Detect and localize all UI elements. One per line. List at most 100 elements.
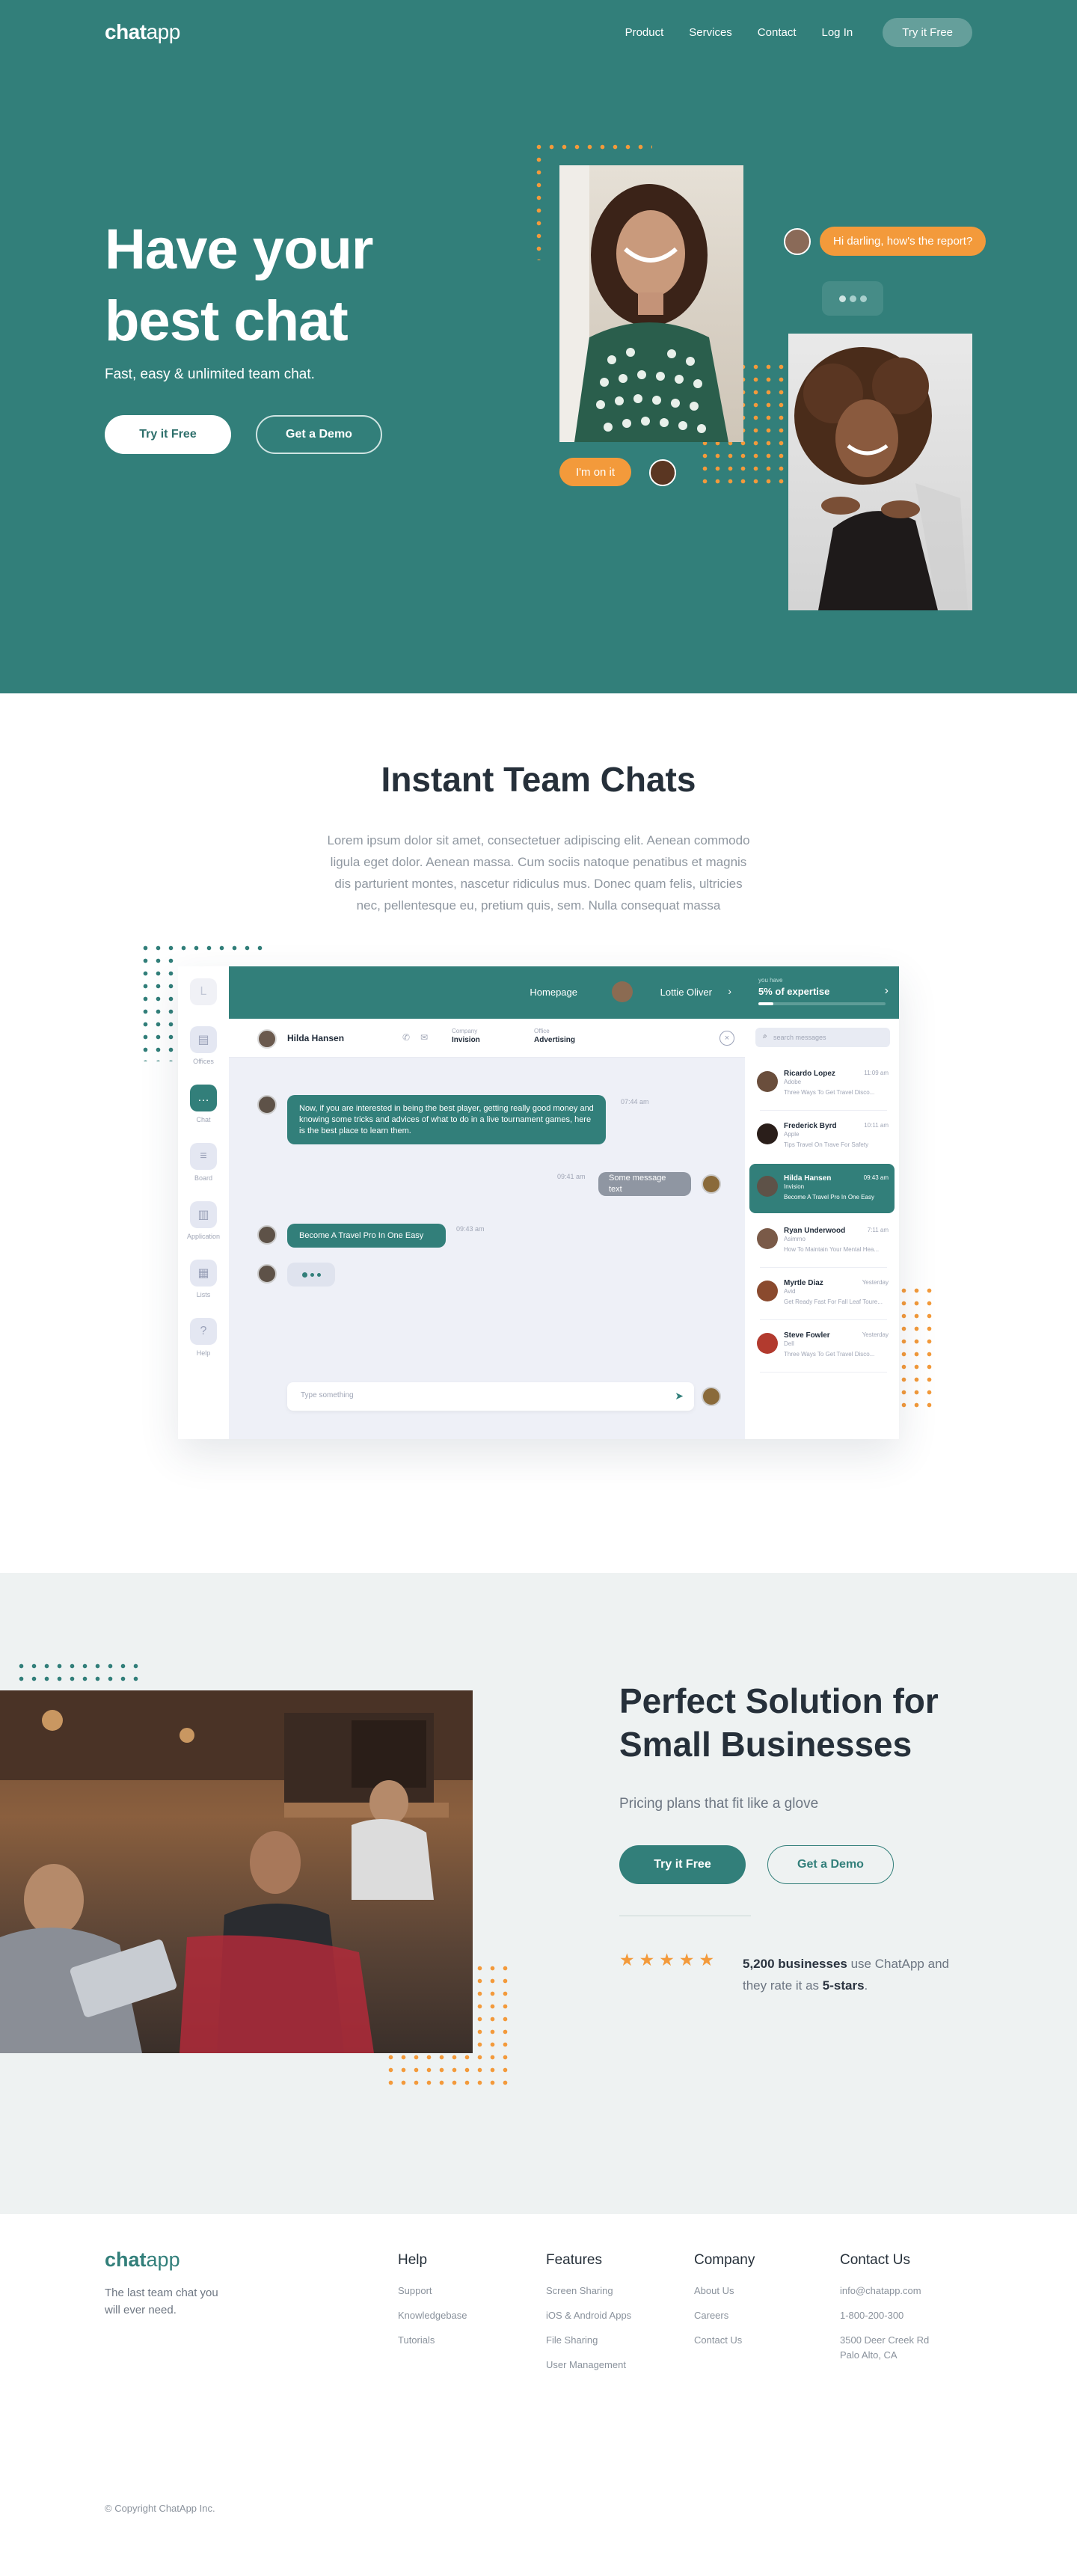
document-icon: ▥	[190, 1201, 217, 1228]
rating-text: 5,200 businesses use ChatApp and they ra…	[743, 1953, 967, 1996]
nav-links: Product Services Contact Log In Try it F…	[625, 17, 972, 47]
top-nav: chatapp Product Services Contact Log In …	[105, 16, 972, 48]
list-item[interactable]: Ryan Underwood Asimmo How To Maintain Yo…	[749, 1216, 895, 1266]
contact-company: Invision	[784, 1183, 805, 1190]
chevron-right-icon[interactable]: ›	[885, 984, 889, 998]
solution-get-demo-button[interactable]: Get a Demo	[767, 1845, 894, 1884]
contact-time: 10:11 am	[864, 1122, 889, 1129]
contact-time: Yesterday	[862, 1279, 889, 1286]
nav-link-product[interactable]: Product	[625, 26, 664, 39]
footer-column-features: Features Screen Sharing iOS & Android Ap…	[546, 2252, 643, 2382]
sidebar-item-lists[interactable]: ▦ Lists	[178, 1260, 229, 1298]
message-input-placeholder: Type something	[301, 1391, 354, 1399]
footer-link[interactable]: iOS & Android Apps	[546, 2308, 643, 2323]
avatar	[257, 1029, 277, 1049]
send-icon[interactable]: ➤	[675, 1390, 684, 1402]
search-input[interactable]: ⌕ search messages	[755, 1028, 890, 1047]
footer-link[interactable]: Screen Sharing	[546, 2284, 643, 2299]
hero-try-free-button[interactable]: Try it Free	[105, 415, 231, 454]
meta-label: Office	[534, 1028, 550, 1034]
sidebar-item-application[interactable]: ▥ Application	[178, 1201, 229, 1240]
divider	[760, 1372, 887, 1373]
hero-get-demo-button[interactable]: Get a Demo	[256, 415, 382, 454]
list-item[interactable]: Steve Fowler Dell Three Ways To Get Trav…	[749, 1321, 895, 1370]
sidebar-item-label: Lists	[196, 1291, 211, 1298]
app-topbar: Homepage Lottie Oliver ›	[229, 966, 745, 1019]
footer-link-email[interactable]: info@chatapp.com	[840, 2284, 937, 2299]
avatar	[784, 228, 811, 255]
contact-time: 7:11 am	[867, 1227, 889, 1233]
footer-link[interactable]: Tutorials	[398, 2333, 495, 2348]
solution-title: Perfect Solution for Small Businesses	[619, 1681, 939, 1764]
rating-count: 5,200 businesses	[743, 1957, 847, 1971]
footer-column-contact: Contact Us info@chatapp.com 1-800-200-30…	[840, 2252, 937, 2373]
footer-link[interactable]: Knowledgebase	[398, 2308, 495, 2323]
homepage-link[interactable]: Homepage	[530, 987, 577, 998]
conversation-name: Hilda Hansen	[287, 1033, 345, 1043]
sidebar-logo[interactable]: L	[178, 978, 229, 1005]
phone-icon[interactable]: ✆	[402, 1032, 410, 1043]
help-icon: ?	[190, 1318, 217, 1345]
footer-link[interactable]: Support	[398, 2284, 495, 2299]
logo-letter: L	[190, 978, 217, 1005]
table-icon: ▦	[190, 1260, 217, 1287]
close-icon[interactable]: ×	[719, 1031, 734, 1046]
hero-subtitle: Fast, easy & unlimited team chat.	[105, 367, 315, 382]
dot-pattern-orange	[898, 1284, 939, 1411]
team-chats-section: Instant Team Chats Lorem ipsum dolor sit…	[0, 693, 1077, 1573]
solution-try-free-button[interactable]: Try it Free	[619, 1845, 746, 1884]
nav-try-free-button[interactable]: Try it Free	[883, 17, 972, 47]
avatar	[757, 1123, 778, 1144]
contact-time: Yesterday	[862, 1331, 889, 1338]
footer-link-phone[interactable]: 1-800-200-300	[840, 2308, 937, 2323]
user-name[interactable]: Lottie Oliver	[660, 987, 712, 998]
list-item[interactable]: Myrtle Diaz Avid Get Ready Fast For Fall…	[749, 1269, 895, 1318]
expertise-panel: you have 5% of expertise ›	[745, 966, 899, 1019]
sidebar-item-offices[interactable]: ▤ Offices	[178, 1026, 229, 1065]
footer-column-title: Company	[694, 2252, 755, 2268]
contact-company: Avid	[784, 1288, 796, 1295]
nav-link-contact[interactable]: Contact	[758, 26, 797, 39]
list-item-active[interactable]: Hilda Hansen Invision Become A Travel Pr…	[749, 1164, 895, 1213]
mail-icon[interactable]: ✉	[420, 1032, 428, 1043]
footer-logo[interactable]: chatapp	[105, 2248, 180, 2272]
typing-indicator	[287, 1263, 335, 1287]
sidebar-item-help[interactable]: ? Help	[178, 1318, 229, 1357]
footer-column-help: Help Support Knowledgebase Tutorials	[398, 2252, 495, 2358]
message-time: 09:41 am	[557, 1173, 586, 1180]
avatar	[257, 1095, 277, 1114]
search-icon: ⌕	[763, 1032, 767, 1040]
chevron-right-icon[interactable]: ›	[728, 985, 731, 997]
solution-section: Perfect Solution for Small Businesses Pr…	[0, 1573, 1077, 2214]
contact-name: Ryan Underwood	[784, 1227, 846, 1235]
woman-smiling-photo	[559, 165, 743, 442]
footer-link[interactable]: Contact Us	[694, 2333, 791, 2348]
contact-preview: How To Maintain Your Mental Hea...	[784, 1246, 880, 1253]
solution-subtitle: Pricing plans that fit like a glove	[619, 1796, 819, 1812]
message-incoming: Become A Travel Pro In One Easy	[287, 1224, 446, 1248]
logo-text-bold: chat	[105, 2248, 147, 2271]
contact-preview: Three Ways To Get Travel Disco...	[784, 1089, 875, 1096]
divider	[760, 1267, 887, 1268]
avatar	[702, 1387, 721, 1406]
hero-section: chatapp Product Services Contact Log In …	[0, 0, 1077, 693]
divider	[760, 1319, 887, 1320]
footer-link[interactable]: About Us	[694, 2284, 791, 2299]
footer-link[interactable]: Careers	[694, 2308, 791, 2323]
logo[interactable]: chatapp	[105, 20, 180, 44]
sidebar-item-chat[interactable]: … Chat	[178, 1085, 229, 1123]
list-item[interactable]: Frederick Byrd Apple Tips Travel On Trav…	[749, 1111, 895, 1161]
team-working-photo	[0, 1690, 473, 2053]
avatar	[649, 459, 676, 486]
app-sidebar: L ▤ Offices … Chat ≡ Board ▥ Application…	[178, 966, 229, 1439]
meta-value: Invision	[452, 1036, 480, 1044]
message-input[interactable]: Type something ➤	[287, 1382, 694, 1411]
nav-link-login[interactable]: Log In	[822, 26, 853, 39]
footer-link[interactable]: File Sharing	[546, 2333, 643, 2348]
list-item[interactable]: Ricardo Lopez Adobe Three Ways To Get Tr…	[749, 1059, 895, 1108]
footer-link[interactable]: User Management	[546, 2358, 643, 2373]
nav-link-services[interactable]: Services	[689, 26, 732, 39]
avatar	[757, 1281, 778, 1301]
contact-name: Hilda Hansen	[784, 1174, 832, 1183]
sidebar-item-board[interactable]: ≡ Board	[178, 1143, 229, 1182]
